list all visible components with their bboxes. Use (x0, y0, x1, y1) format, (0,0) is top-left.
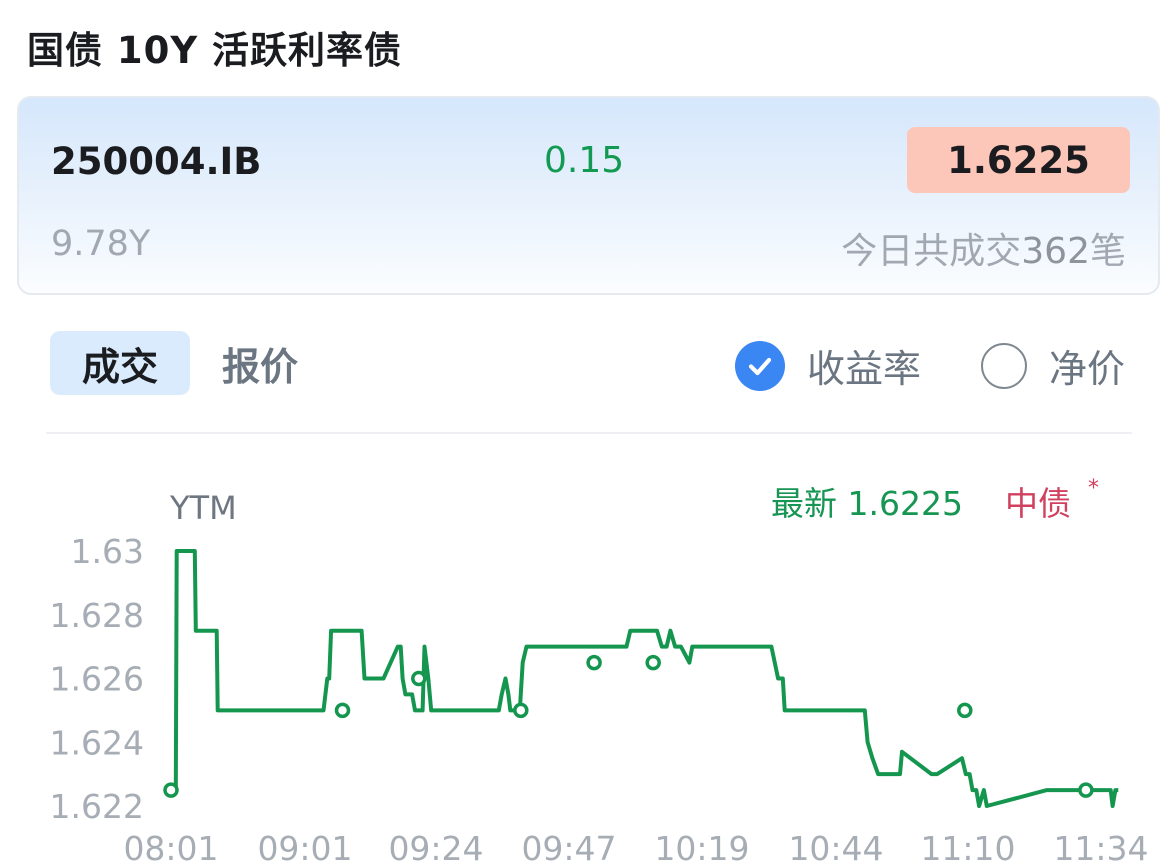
x-tick-label: 10:19 (654, 829, 749, 868)
trade-marker (1078, 782, 1094, 798)
trade-marker (586, 654, 602, 671)
trade-marker (411, 670, 427, 687)
x-tick-label: 09:24 (388, 829, 483, 868)
legend-source-marker: * (1088, 476, 1099, 501)
legend-latest-label: 最新 (771, 484, 837, 523)
yield-chart: YTM 1.63 1.628 1.626 1.624 1.62208:01 09:01 09… (50, 489, 1149, 868)
x-tick-label: 11:10 (920, 829, 1015, 868)
x-tick-label: 09:47 (521, 829, 616, 868)
trade-marker (957, 702, 973, 719)
x-tick-label: 11:34 (1053, 829, 1148, 868)
legend-source: 中债 (1005, 484, 1071, 523)
y-tick-label: 1.622 (50, 787, 144, 826)
x-tick-label: 10:44 (788, 829, 883, 868)
y-tick-label: 1.63 (71, 532, 144, 571)
legend-latest-value: 1.6225 (847, 484, 963, 523)
y-axis-label: YTM (169, 489, 237, 527)
y-tick-label: 1.624 (50, 723, 144, 762)
y-tick-label: 1.628 (50, 596, 144, 635)
x-tick-label: 09:01 (257, 829, 352, 868)
legend-latest: 最新 1.6225 (771, 477, 963, 525)
trade-marker (163, 782, 179, 798)
trade-marker (334, 702, 351, 719)
trade-marker (645, 654, 661, 671)
yield-series-line (171, 549, 1119, 808)
x-tick-label: 08:01 (123, 829, 218, 868)
trade-marker (513, 702, 529, 719)
y-tick-label: 1.626 (50, 660, 144, 699)
